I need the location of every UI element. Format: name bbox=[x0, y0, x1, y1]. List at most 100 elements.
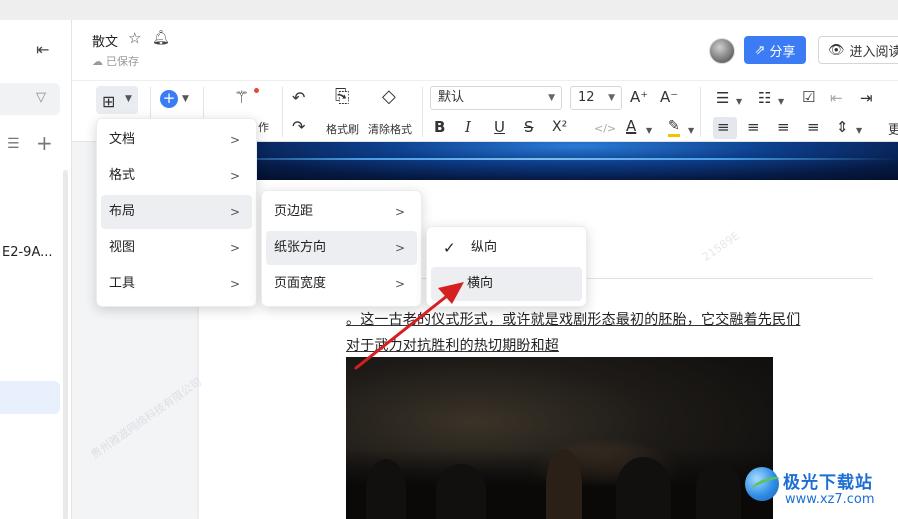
photo-figure bbox=[546, 449, 582, 519]
numbered-list-icon[interactable]: ☷ bbox=[758, 90, 771, 106]
logo-url: www.xz7.com bbox=[785, 492, 875, 507]
plus-icon[interactable]: + bbox=[36, 131, 53, 155]
filter-icon[interactable]: ▽ bbox=[36, 90, 46, 105]
align-left-icon[interactable]: ≡ bbox=[717, 119, 730, 135]
menu-item-label: 页边距 bbox=[274, 204, 314, 219]
menu-item-tools[interactable]: 工具 > bbox=[101, 267, 252, 301]
align-right-icon[interactable]: ≡ bbox=[777, 119, 790, 135]
menu-item-view[interactable]: 视图 > bbox=[101, 231, 252, 265]
chevron-right-icon: > bbox=[394, 205, 405, 219]
more-label[interactable]: 更 bbox=[888, 119, 898, 138]
font-color-button[interactable]: A bbox=[626, 118, 636, 134]
page-title[interactable]: 散文 bbox=[92, 31, 118, 50]
format-brush-icon[interactable]: ⎘ bbox=[335, 88, 349, 106]
menu-item-label: 工具 bbox=[109, 276, 136, 291]
underline-button[interactable]: U bbox=[494, 119, 505, 135]
font-shrink-icon[interactable]: A⁻ bbox=[660, 89, 678, 105]
format-brush-label[interactable]: 格式刷 bbox=[326, 121, 359, 137]
superscript-button[interactable]: X² bbox=[552, 119, 567, 135]
arrow-shaft bbox=[354, 290, 454, 370]
menu-item-label: 页面宽度 bbox=[274, 276, 327, 291]
red-annotation-arrow bbox=[354, 282, 464, 370]
save-status: ☁ 已保存 bbox=[92, 53, 139, 69]
line-spacing-icon[interactable]: ⇕ bbox=[836, 119, 849, 135]
chevron-right-icon: > bbox=[229, 133, 240, 147]
indent-icon[interactable]: ⇥ bbox=[860, 90, 873, 106]
notification-dot bbox=[254, 88, 259, 93]
chevron-down-icon[interactable]: ▼ bbox=[688, 123, 694, 139]
sidebar-search-box[interactable] bbox=[0, 83, 60, 115]
sidebar: ⇤ ▽ ☰ + E2-9A... bbox=[0, 20, 72, 519]
menu-item-orientation[interactable]: 纸张方向 > bbox=[266, 231, 417, 265]
toolbar-divider bbox=[422, 87, 423, 137]
festival-photo[interactable] bbox=[346, 357, 773, 519]
chevron-down-icon[interactable]: ▼ bbox=[856, 123, 862, 139]
grid-icon: ⊞ bbox=[102, 92, 116, 111]
share-icon: ⇗ bbox=[754, 42, 766, 58]
read-mode-label: 进入阅读 bbox=[849, 44, 898, 60]
menu-item-margins[interactable]: 页边距 > bbox=[266, 195, 417, 229]
sidebar-scrollbar[interactable] bbox=[63, 170, 68, 519]
star-icon[interactable]: ☆ bbox=[128, 29, 141, 47]
align-justify-icon[interactable]: ≡ bbox=[807, 119, 820, 135]
sidebar-file-item[interactable]: E2-9A... bbox=[2, 245, 53, 260]
chevron-down-icon[interactable]: ▼ bbox=[778, 94, 784, 110]
undo-icon[interactable]: ↶ bbox=[292, 90, 305, 106]
align-center-icon[interactable]: ≡ bbox=[747, 119, 760, 135]
strikethrough-button[interactable]: S bbox=[524, 119, 534, 135]
menu-item-label: 视图 bbox=[109, 240, 136, 255]
chevron-right-icon: > bbox=[229, 205, 240, 219]
highlight-button[interactable]: ✎ bbox=[668, 118, 680, 137]
menu-item-portrait[interactable]: ✓ 纵向 bbox=[431, 231, 582, 265]
menu-item-label: 布局 bbox=[109, 204, 136, 219]
menu-item-label: 文档 bbox=[109, 132, 136, 147]
clear-format-label[interactable]: 清除格式 bbox=[368, 121, 412, 137]
checkmark-icon: ✓ bbox=[443, 239, 456, 257]
italic-button[interactable]: I bbox=[465, 119, 471, 135]
bell-icon[interactable]: 🔔︎ bbox=[152, 30, 170, 46]
sidebar-selected-item[interactable] bbox=[0, 381, 60, 414]
menu-item-format[interactable]: 格式 > bbox=[101, 159, 252, 193]
chevron-down-icon[interactable]: ▼ bbox=[736, 94, 742, 110]
chevron-right-icon: > bbox=[229, 277, 240, 291]
chevron-down-icon: ▼ bbox=[548, 93, 555, 103]
chevron-down-icon[interactable]: ▼ bbox=[182, 94, 189, 104]
code-button[interactable]: </> bbox=[594, 121, 616, 137]
ai-tool-label: 作 bbox=[258, 121, 269, 134]
header: 散文 ☆ 🔔︎ ☁ 已保存 ⇗ 分享 👁︎ 进入阅读 bbox=[72, 20, 898, 80]
outdent-icon[interactable]: ⇤ bbox=[830, 90, 843, 106]
photo-figure bbox=[366, 459, 406, 519]
chevron-down-icon[interactable]: ▼ bbox=[646, 123, 652, 139]
avatar[interactable] bbox=[709, 38, 735, 64]
read-mode-button[interactable]: 👁︎ 进入阅读 bbox=[818, 36, 898, 64]
window-top-strip bbox=[0, 0, 898, 20]
collapse-sidebar-icon[interactable]: ⇤ bbox=[36, 40, 49, 59]
insert-menu-button[interactable]: ⊞ ▼ bbox=[96, 86, 138, 114]
photo-figure bbox=[696, 461, 741, 519]
menu-item-document[interactable]: 文档 > bbox=[101, 123, 252, 157]
add-block-icon[interactable]: + bbox=[160, 90, 178, 108]
toolbar-divider bbox=[282, 87, 283, 137]
menu-item-label: 格式 bbox=[109, 168, 136, 183]
font-family-select[interactable]: 默认 ▼ bbox=[430, 86, 562, 110]
bullet-list-icon[interactable]: ☰ bbox=[716, 90, 729, 106]
banner-glow-line bbox=[185, 158, 898, 160]
redo-icon[interactable]: ↷ bbox=[292, 119, 305, 135]
chevron-down-icon: ▼ bbox=[608, 93, 615, 103]
chevron-down-icon: ▼ bbox=[125, 94, 132, 104]
menu-item-label: 纵向 bbox=[471, 240, 498, 255]
share-button-label: 分享 bbox=[769, 44, 796, 60]
photo-figure bbox=[616, 457, 671, 519]
share-button[interactable]: ⇗ 分享 bbox=[744, 36, 806, 64]
menu-item-layout[interactable]: 布局 > bbox=[101, 195, 252, 229]
insert-menu: 文档 > 格式 > 布局 > 视图 > 工具 > bbox=[96, 118, 257, 307]
toolbar-divider bbox=[700, 87, 701, 137]
font-family-value: 默认 bbox=[438, 90, 465, 105]
checkbox-list-icon[interactable]: ☑ bbox=[802, 89, 815, 105]
bold-button[interactable]: B bbox=[434, 119, 445, 135]
eraser-icon[interactable]: ◇ bbox=[382, 88, 396, 106]
font-grow-icon[interactable]: A⁺ bbox=[630, 89, 648, 105]
font-size-select[interactable]: 12 ▼ bbox=[570, 86, 622, 110]
list-check-icon[interactable]: ☰ bbox=[7, 136, 20, 152]
magic-wand-icon[interactable]: ⚚ bbox=[234, 90, 249, 107]
